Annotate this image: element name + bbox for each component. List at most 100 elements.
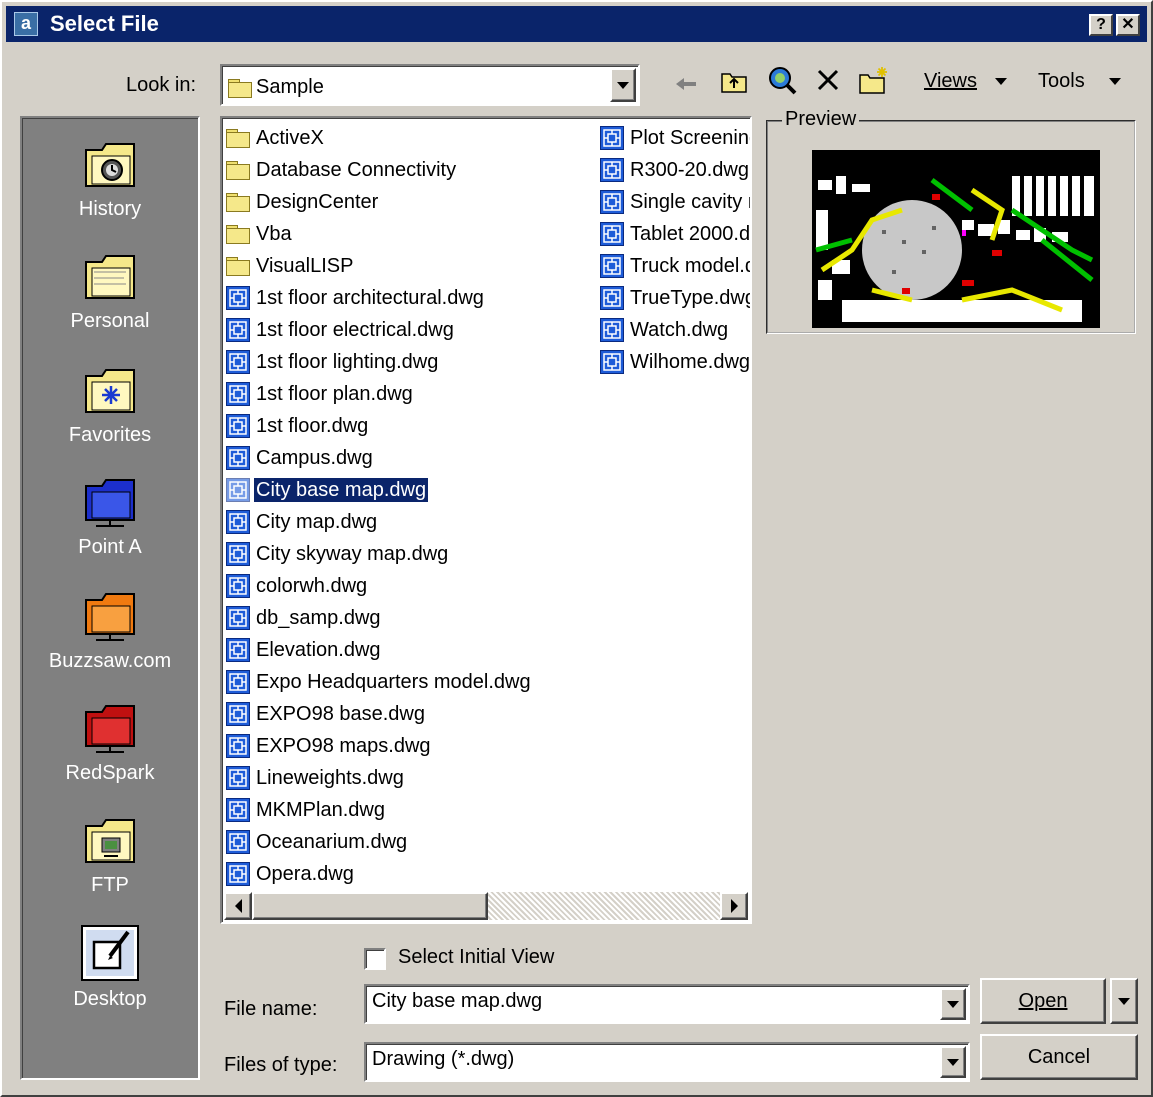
file-item[interactable]: R300-20.dwg: [596, 154, 750, 186]
file-name: Oceanarium.dwg: [256, 831, 408, 853]
files-of-type-dropdown-button[interactable]: [940, 1046, 966, 1078]
select-initial-view-label[interactable]: Select Initial View: [398, 946, 554, 969]
file-item[interactable]: 1st floor.dwg: [222, 410, 596, 442]
file-item[interactable]: City base map.dwg: [222, 474, 596, 506]
file-item[interactable]: Tablet 2000.dwg: [596, 218, 750, 250]
folder-item[interactable]: Database Connectivity: [222, 154, 596, 186]
folder-item[interactable]: VisualLISP: [222, 250, 596, 282]
file-item[interactable]: EXPO98 base.dwg: [222, 698, 596, 730]
horizontal-scrollbar[interactable]: [224, 892, 748, 920]
look-in-dropdown-button[interactable]: [610, 68, 636, 102]
select-initial-view-checkbox[interactable]: [364, 948, 386, 970]
dwg-file-icon: [226, 478, 250, 502]
file-name: 1st floor electrical.dwg: [256, 319, 454, 341]
file-item[interactable]: EXPO98 maps.dwg: [222, 730, 596, 762]
folder-item[interactable]: DesignCenter: [222, 186, 596, 218]
place-point-a[interactable]: Point A: [22, 470, 198, 559]
file-item[interactable]: 1st floor architectural.dwg: [222, 282, 596, 314]
chevron-down-icon: [947, 1000, 959, 1008]
file-name: VisualLISP: [256, 255, 354, 277]
dwg-file-icon: [226, 830, 250, 854]
dwg-file-icon: [600, 254, 624, 278]
file-name: 1st floor architectural.dwg: [256, 287, 484, 309]
file-item[interactable]: Wilhome.dwg: [596, 346, 750, 378]
look-in-label: Look in:: [126, 74, 197, 96]
tools-menu[interactable]: Tools: [1038, 70, 1121, 93]
search-web-icon[interactable]: [766, 64, 798, 96]
file-item[interactable]: Expo Headquarters model.dwg: [222, 666, 596, 698]
file-item[interactable]: Elevation.dwg: [222, 634, 596, 666]
file-list[interactable]: ActiveX Database Connectivity DesignCenter…: [220, 116, 752, 924]
back-icon[interactable]: [670, 68, 702, 100]
file-name: City base map.dwg: [252, 477, 430, 503]
file-name-field[interactable]: City base map.dwg: [364, 984, 970, 1024]
open-button[interactable]: Open: [980, 978, 1106, 1024]
place-desktop[interactable]: Desktop: [22, 922, 198, 1011]
up-one-level-icon[interactable]: [718, 66, 750, 98]
file-item[interactable]: TrueType.dwg: [596, 282, 750, 314]
file-item[interactable]: 1st floor lighting.dwg: [222, 346, 596, 378]
file-item[interactable]: Campus.dwg: [222, 442, 596, 474]
scroll-right-button[interactable]: [720, 892, 748, 920]
place-buzzsaw[interactable]: Buzzsaw.com: [22, 584, 198, 673]
place-favorites[interactable]: Favorites: [22, 358, 198, 447]
file-name: Elevation.dwg: [256, 639, 381, 661]
dwg-file-icon: [226, 702, 250, 726]
scroll-left-button[interactable]: [224, 892, 252, 920]
dwg-file-icon: [600, 190, 624, 214]
dwg-file-icon: [600, 126, 624, 150]
place-ftp[interactable]: FTP: [22, 808, 198, 897]
file-item[interactable]: Single cavity mold.dwg: [596, 186, 750, 218]
dwg-file-icon: [600, 286, 624, 310]
views-menu[interactable]: Views: [924, 70, 1007, 93]
file-item[interactable]: City skyway map.dwg: [222, 538, 596, 570]
open-options-button[interactable]: [1110, 978, 1138, 1024]
select-file-dialog: a Select File ? ✕ Look in: Sample Views …: [0, 0, 1153, 1097]
ftp-folder-icon: [80, 808, 140, 868]
file-item[interactable]: Plot Screening and Fill Patterns.dwg: [596, 122, 750, 154]
folder-item[interactable]: ActiveX: [222, 122, 596, 154]
dwg-file-icon: [600, 158, 624, 182]
title-bar[interactable]: a Select File ? ✕: [6, 6, 1147, 42]
file-name: Wilhome.dwg: [630, 351, 750, 373]
cancel-button[interactable]: Cancel: [980, 1034, 1138, 1080]
views-label: Views: [924, 70, 977, 92]
file-item[interactable]: db_samp.dwg: [222, 602, 596, 634]
help-button[interactable]: ?: [1089, 14, 1113, 36]
dwg-file-icon: [600, 350, 624, 374]
delete-icon[interactable]: [812, 64, 844, 96]
file-item[interactable]: Truck model.dwg: [596, 250, 750, 282]
look-in-dropdown[interactable]: Sample: [220, 64, 640, 106]
dwg-file-icon: [226, 798, 250, 822]
file-name-dropdown-button[interactable]: [940, 988, 966, 1020]
dwg-file-icon: [226, 574, 250, 598]
close-button[interactable]: ✕: [1116, 14, 1140, 36]
file-name: EXPO98 base.dwg: [256, 703, 425, 725]
folder-icon: [228, 78, 252, 98]
place-redspark[interactable]: RedSpark: [22, 696, 198, 785]
file-item[interactable]: 1st floor electrical.dwg: [222, 314, 596, 346]
place-personal[interactable]: Personal: [22, 244, 198, 333]
preview-label: Preview: [782, 108, 860, 131]
file-name: Vba: [256, 223, 292, 245]
file-item[interactable]: City map.dwg: [222, 506, 596, 538]
dwg-file-icon: [226, 286, 250, 310]
create-new-folder-icon[interactable]: [858, 64, 890, 96]
folder-item[interactable]: Vba: [222, 218, 596, 250]
file-name: MKMPlan.dwg: [256, 799, 385, 821]
file-item[interactable]: Opera.dwg: [222, 858, 596, 890]
files-of-type-dropdown[interactable]: Drawing (*.dwg): [364, 1042, 970, 1082]
place-history[interactable]: History: [22, 132, 198, 221]
file-item[interactable]: 1st floor plan.dwg: [222, 378, 596, 410]
scroll-thumb[interactable]: [252, 892, 488, 920]
file-item[interactable]: Oceanarium.dwg: [222, 826, 596, 858]
file-item[interactable]: Lineweights.dwg: [222, 762, 596, 794]
folder-icon: [226, 225, 250, 244]
file-item[interactable]: MKMPlan.dwg: [222, 794, 596, 826]
arrow-right-icon: [730, 899, 738, 913]
file-item[interactable]: Watch.dwg: [596, 314, 750, 346]
file-item[interactable]: colorwh.dwg: [222, 570, 596, 602]
file-name: Campus.dwg: [256, 447, 373, 469]
file-name: Database Connectivity: [256, 159, 457, 181]
file-name: db_samp.dwg: [256, 607, 381, 629]
